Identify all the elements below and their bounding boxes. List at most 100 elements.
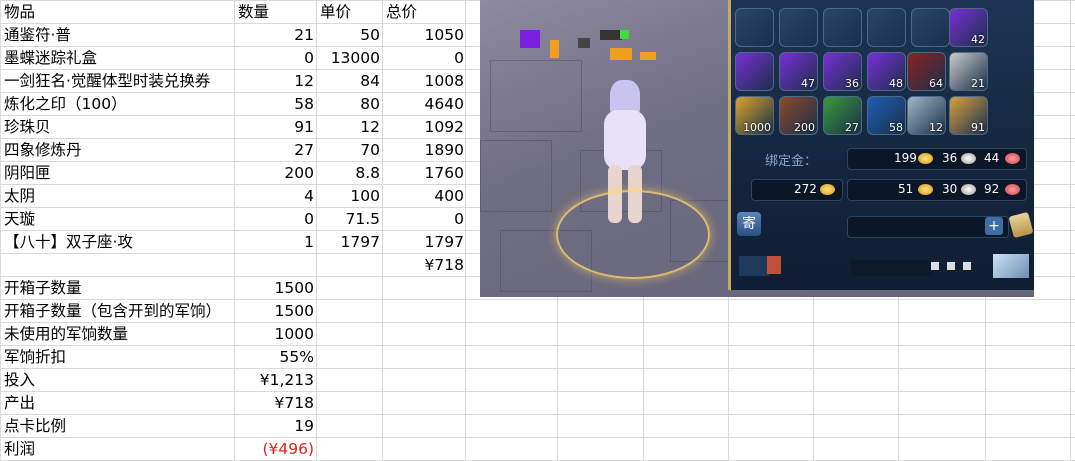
summary-value[interactable]: 19 <box>236 415 314 438</box>
wing-icon[interactable] <box>993 254 1029 278</box>
item-price[interactable]: 13000 <box>318 47 380 70</box>
yuanbao-icon <box>820 184 835 195</box>
slot-count: 36 <box>845 77 859 90</box>
summary-label[interactable]: 利润 <box>4 438 35 461</box>
item-qty[interactable]: 1 <box>236 231 314 254</box>
item-qty[interactable]: 4 <box>236 185 314 208</box>
item-name[interactable]: 墨蝶迷踪礼盒 <box>4 47 97 70</box>
item-name[interactable]: 炼化之印（100） <box>4 93 127 116</box>
item-price[interactable]: 12 <box>318 116 380 139</box>
slot-count: 48 <box>889 77 903 90</box>
item-price[interactable]: 8.8 <box>318 162 380 185</box>
summary-label[interactable]: 开箱子数量 <box>4 277 82 300</box>
item-name[interactable]: 天璇 <box>4 208 35 231</box>
item-qty[interactable]: 58 <box>236 93 314 116</box>
inventory-slot[interactable] <box>735 52 774 91</box>
summary-label[interactable]: 点卡比例 <box>4 415 66 438</box>
item-name[interactable]: 四象修炼丹 <box>4 139 82 162</box>
item-qty[interactable]: 12 <box>236 70 314 93</box>
item-name[interactable]: 阴阳匣 <box>4 162 51 185</box>
item-qty[interactable]: 91 <box>236 116 314 139</box>
item-total[interactable]: 400 <box>384 185 464 208</box>
header-price[interactable]: 单价 <box>320 1 351 24</box>
mail-button[interactable]: 寄 <box>737 212 761 236</box>
item-price[interactable]: 100 <box>318 185 380 208</box>
summary-value[interactable]: 1000 <box>236 323 314 346</box>
item-total[interactable]: 0 <box>384 208 464 231</box>
item-name[interactable]: 太阴 <box>4 185 35 208</box>
yuanbao-bar: 272 <box>751 179 843 201</box>
summary-label[interactable]: 未使用的军饷数量 <box>4 323 128 346</box>
plus-button[interactable]: + <box>985 217 1003 235</box>
inventory-slot-empty[interactable] <box>867 8 906 47</box>
item-qty[interactable]: 0 <box>236 47 314 70</box>
item-name[interactable]: 通鉴符·普 <box>4 24 71 47</box>
item-price[interactable]: 84 <box>318 70 380 93</box>
inventory-slot[interactable]: 36 <box>823 52 862 91</box>
item-total[interactable]: 1008 <box>384 70 464 93</box>
item-qty[interactable]: 21 <box>236 24 314 47</box>
header-item[interactable]: 物品 <box>4 1 35 24</box>
slot-count: 47 <box>801 77 815 90</box>
inventory-slot[interactable]: 42 <box>949 8 988 47</box>
summary-value[interactable]: ¥1,213 <box>236 369 314 392</box>
inventory-slot[interactable]: 21 <box>949 52 988 91</box>
item-total[interactable]: 4640 <box>384 93 464 116</box>
item-name[interactable]: 珍珠贝 <box>4 116 51 139</box>
item-price[interactable]: 1797 <box>318 231 380 254</box>
item-qty[interactable]: 0 <box>236 208 314 231</box>
inventory-slot-empty[interactable] <box>823 8 862 47</box>
mosaic-block <box>851 260 931 276</box>
slot-count: 64 <box>929 77 943 90</box>
inventory-slot[interactable]: 12 <box>907 96 946 135</box>
inventory-slot-empty[interactable] <box>911 8 950 47</box>
yuanbao-value: 272 <box>794 182 817 196</box>
item-qty[interactable]: 27 <box>236 139 314 162</box>
mosaic-block <box>640 52 656 60</box>
summary-row: 开箱子数量（包含开到的军饷） 1500 <box>0 300 1075 323</box>
summary-value[interactable]: 1500 <box>236 277 314 300</box>
item-total[interactable]: 1092 <box>384 116 464 139</box>
floor-tile <box>490 60 582 132</box>
summary-label[interactable]: 产出 <box>4 392 35 415</box>
inventory-slot-empty[interactable] <box>735 8 774 47</box>
summary-row: 未使用的军饷数量 1000 <box>0 323 1075 346</box>
mosaic-block <box>550 40 559 58</box>
item-qty[interactable]: 200 <box>236 162 314 185</box>
inventory-slot[interactable]: 200 <box>779 96 818 135</box>
item-price[interactable]: 70 <box>318 139 380 162</box>
item-total[interactable]: 1760 <box>384 162 464 185</box>
header-total[interactable]: 总价 <box>386 1 417 24</box>
item-name[interactable]: 【八十】双子座·攻 <box>4 231 133 254</box>
summary-value[interactable]: ¥718 <box>236 392 314 415</box>
sum-total-cell[interactable]: ¥718 <box>384 254 464 277</box>
summary-value-negative[interactable]: (¥496) <box>236 438 314 461</box>
inventory-slot[interactable]: 27 <box>823 96 862 135</box>
item-total[interactable]: 1797 <box>384 231 464 254</box>
item-total[interactable]: 1050 <box>384 24 464 47</box>
summary-label[interactable]: 开箱子数量（包含开到的军饷） <box>4 300 221 323</box>
summary-value[interactable]: 55% <box>236 346 314 369</box>
item-price[interactable]: 50 <box>318 24 380 47</box>
item-price[interactable]: 71.5 <box>318 208 380 231</box>
inventory-slot[interactable]: 91 <box>949 96 988 135</box>
inventory-slot-empty[interactable] <box>779 8 818 47</box>
item-total[interactable]: 1890 <box>384 139 464 162</box>
slot-count: 58 <box>889 121 903 134</box>
inventory-slot[interactable]: 58 <box>867 96 906 135</box>
mosaic-block <box>931 262 939 270</box>
scroll-icon[interactable] <box>1008 211 1034 239</box>
item-total[interactable]: 0 <box>384 47 464 70</box>
inventory-slot[interactable]: 48 <box>867 52 906 91</box>
inventory-slot[interactable]: 64 <box>907 52 946 91</box>
header-qty[interactable]: 数量 <box>238 1 269 24</box>
summary-value[interactable]: 1500 <box>236 300 314 323</box>
summary-label[interactable]: 军饷折扣 <box>4 346 66 369</box>
inventory-slot[interactable]: 1000 <box>735 96 774 135</box>
inventory-panel: 42 47 36 48 64 21 1000 200 27 58 12 91 绑定金： 199 36 … <box>728 0 1034 290</box>
item-name[interactable]: 一剑狂名·觉醒体型时装兑换券 <box>4 70 210 93</box>
inventory-slot[interactable]: 47 <box>779 52 818 91</box>
summary-label[interactable]: 投入 <box>4 369 35 392</box>
item-price[interactable]: 80 <box>318 93 380 116</box>
bound-silver-value: 36 <box>942 151 958 165</box>
